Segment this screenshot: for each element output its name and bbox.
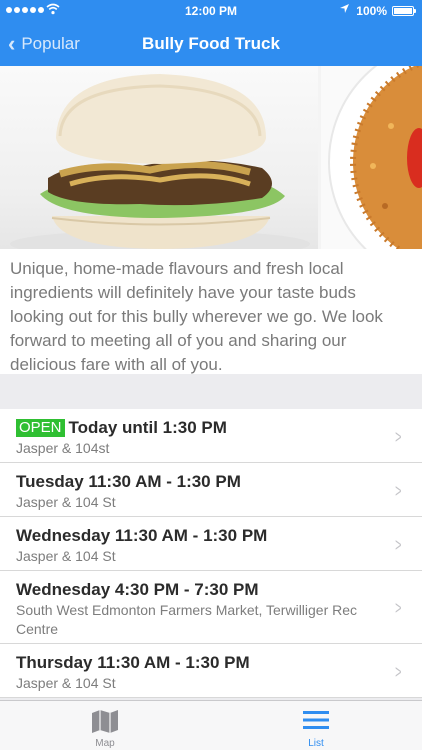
schedule-location: Jasper & 104 St	[16, 675, 116, 691]
schedule-list: OPEN Today until 1:30 PM Jasper & 104st >…	[0, 409, 422, 698]
chevron-right-icon: >	[395, 534, 402, 555]
navigation-bar: 12:00 PM 100% ‹ Popular Bully Food Truck	[0, 0, 422, 66]
open-status-badge: OPEN	[16, 419, 65, 437]
schedule-row[interactable]: OPEN Today until 1:30 PM Jasper & 104st >	[0, 409, 422, 463]
photo-gallery[interactable]	[0, 66, 422, 249]
schedule-row[interactable]: Thursday 11:30 AM - 1:30 PM Jasper & 104…	[0, 644, 422, 698]
tab-map[interactable]: Map	[35, 701, 175, 750]
schedule-location: South West Edmonton Farmers Market, Terw…	[16, 602, 358, 637]
chevron-right-icon: >	[395, 598, 402, 618]
chevron-right-icon: >	[395, 480, 402, 501]
chevron-right-icon: >	[395, 661, 402, 682]
schedule-time: Tuesday 11:30 AM - 1:30 PM	[16, 472, 241, 491]
battery-percentage: 100%	[356, 4, 387, 18]
schedule-time: Today until 1:30 PM	[68, 418, 227, 437]
tab-list-label: List	[308, 738, 324, 749]
tab-map-label: Map	[95, 738, 115, 749]
tab-list[interactable]: List	[246, 701, 386, 750]
schedule-location: Jasper & 104 St	[16, 548, 116, 564]
gallery-image-burger[interactable]	[0, 66, 318, 249]
schedule-time: Wednesday 11:30 AM - 1:30 PM	[16, 526, 268, 545]
schedule-row[interactable]: Wednesday 4:30 PM - 7:30 PM South West E…	[0, 571, 422, 644]
page-title: Bully Food Truck	[142, 34, 280, 53]
schedule-time: Wednesday 4:30 PM - 7:30 PM	[16, 580, 259, 599]
list-icon	[303, 711, 329, 729]
map-icon	[92, 710, 118, 733]
schedule-location: Jasper & 104st	[16, 440, 110, 456]
schedule-time: Thursday 11:30 AM - 1:30 PM	[16, 653, 250, 672]
schedule-location: Jasper & 104 St	[16, 494, 116, 510]
truck-description: Unique, home-made flavours and fresh loc…	[0, 249, 422, 374]
schedule-row[interactable]: Wednesday 11:30 AM - 1:30 PM Jasper & 10…	[0, 517, 422, 571]
status-bar: 12:00 PM 100%	[0, 0, 422, 22]
schedule-row[interactable]: Tuesday 11:30 AM - 1:30 PM Jasper & 104 …	[0, 463, 422, 517]
chevron-right-icon: >	[395, 426, 402, 447]
gallery-image-rice-dish[interactable]	[321, 66, 422, 249]
location-arrow-icon	[339, 3, 350, 17]
tab-bar: Map List	[0, 700, 422, 750]
battery-icon	[392, 6, 416, 16]
